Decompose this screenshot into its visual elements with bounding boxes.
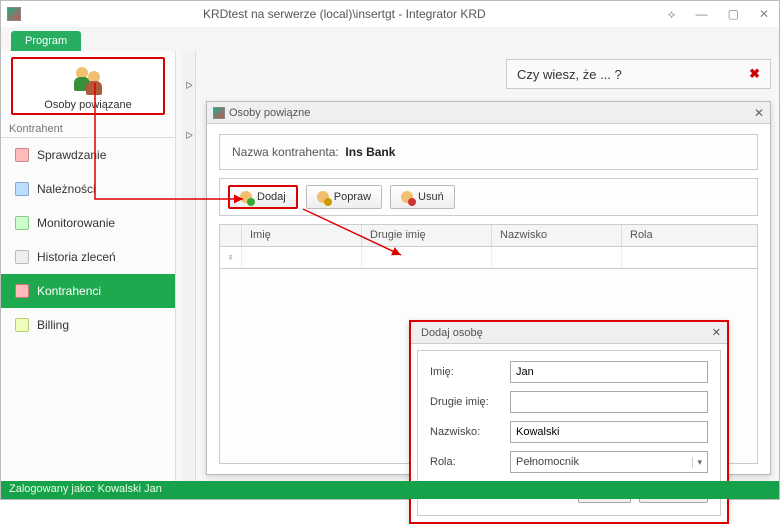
grid-selector-column: [220, 225, 242, 246]
sidebar-item-historia[interactable]: Historia zleceń: [1, 240, 175, 274]
people-icon: [72, 65, 104, 97]
monitor-icon: [15, 216, 29, 230]
statusbar: Zalogowany jako: Kowalski Jan: [1, 481, 779, 499]
filter-icon[interactable]: ♀: [226, 252, 234, 264]
osoby-window: Osoby powiązne ✕ Nazwa kontrahenta: Ins …: [206, 101, 771, 475]
sidebar-item-sprawdzanie[interactable]: Sprawdzanie: [1, 138, 175, 172]
ruler-mark: ᐅ: [184, 81, 194, 92]
column-imie[interactable]: Imię: [242, 225, 362, 246]
window-minimize-icon[interactable]: —: [692, 5, 712, 24]
dodaj-osobe-title: Dodaj osobę: [421, 327, 483, 339]
osoby-grid[interactable]: Imię Drugie imię Nazwisko Rola ♀: [219, 224, 758, 464]
column-drugie-imie[interactable]: Drugie imię: [362, 225, 492, 246]
osoby-window-title: Osoby powiązne: [229, 107, 310, 119]
delete-person-icon: [401, 191, 413, 203]
chevron-down-icon: ▾: [692, 457, 702, 468]
tip-banner-text: Czy wiesz, że ... ?: [517, 67, 622, 82]
osoby-toolbar: Dodaj Popraw Usuń: [219, 178, 758, 216]
sidebar-item-monitorowanie[interactable]: Monitorowanie: [1, 206, 175, 240]
usun-button[interactable]: Usuń: [390, 185, 455, 209]
osoby-window-close-icon[interactable]: ✕: [754, 106, 764, 120]
kontrahent-value: Ins Bank: [345, 145, 395, 159]
tip-banner-close-icon[interactable]: ✖: [749, 66, 760, 82]
rola-label: Rola:: [430, 456, 510, 468]
filter-rola[interactable]: [622, 247, 757, 268]
column-nazwisko[interactable]: Nazwisko: [492, 225, 622, 246]
column-rola[interactable]: Rola: [622, 225, 757, 246]
check-icon: [15, 148, 29, 162]
vertical-ruler: ᐅ ᐅ: [182, 51, 196, 483]
nazwisko-label: Nazwisko:: [430, 426, 510, 438]
dodaj-osobe-close-icon[interactable]: ✕: [712, 326, 721, 339]
imie-label: Imię:: [430, 366, 510, 378]
filter-nazwisko[interactable]: [492, 247, 622, 268]
statusbar-text: Zalogowany jako: Kowalski Jan: [9, 483, 162, 495]
sidebar-item-naleznosci[interactable]: Należności: [1, 172, 175, 206]
drugie-imie-field[interactable]: [510, 391, 708, 413]
ruler-mark: ᐅ: [184, 131, 194, 142]
rola-combobox[interactable]: Pełnomocnik ▾: [510, 451, 708, 473]
window-popout-icon[interactable]: ⟡: [664, 5, 680, 24]
kontrahent-label: Nazwa kontrahenta:: [232, 145, 339, 159]
billing-icon: [15, 318, 29, 332]
window-maximize-icon[interactable]: ▢: [724, 5, 743, 24]
tip-banner: Czy wiesz, że ... ? ✖: [506, 59, 771, 89]
osoby-powiazane-label: Osoby powiązane: [17, 99, 159, 111]
drugie-imie-label: Drugie imię:: [430, 396, 510, 408]
osoby-window-icon: [213, 107, 225, 119]
rola-value: Pełnomocnik: [516, 456, 579, 468]
tab-program[interactable]: Program: [11, 31, 81, 51]
kontrahent-info: Nazwa kontrahenta: Ins Bank: [219, 134, 758, 170]
sidebar-item-kontrahenci[interactable]: Kontrahenci: [1, 274, 175, 308]
money-icon: [15, 182, 29, 196]
history-icon: [15, 250, 29, 264]
nazwisko-field[interactable]: [510, 421, 708, 443]
dodaj-button[interactable]: Dodaj: [228, 185, 298, 209]
osoby-powiazane-button[interactable]: Osoby powiązane: [11, 57, 165, 115]
filter-imie[interactable]: [242, 247, 362, 268]
add-person-icon: [240, 191, 252, 203]
sidebar-section-title: Kontrahent: [1, 119, 175, 138]
imie-field[interactable]: [510, 361, 708, 383]
window-title: KRDtest na serwerze (local)\insertgt - I…: [25, 7, 664, 21]
filter-drugie-imie[interactable]: [362, 247, 492, 268]
window-close-icon[interactable]: ✕: [755, 5, 773, 24]
sidebar-item-billing[interactable]: Billing: [1, 308, 175, 342]
contractors-icon: [15, 284, 29, 298]
popraw-button[interactable]: Popraw: [306, 185, 382, 209]
edit-person-icon: [317, 191, 329, 203]
app-icon: [7, 7, 21, 21]
